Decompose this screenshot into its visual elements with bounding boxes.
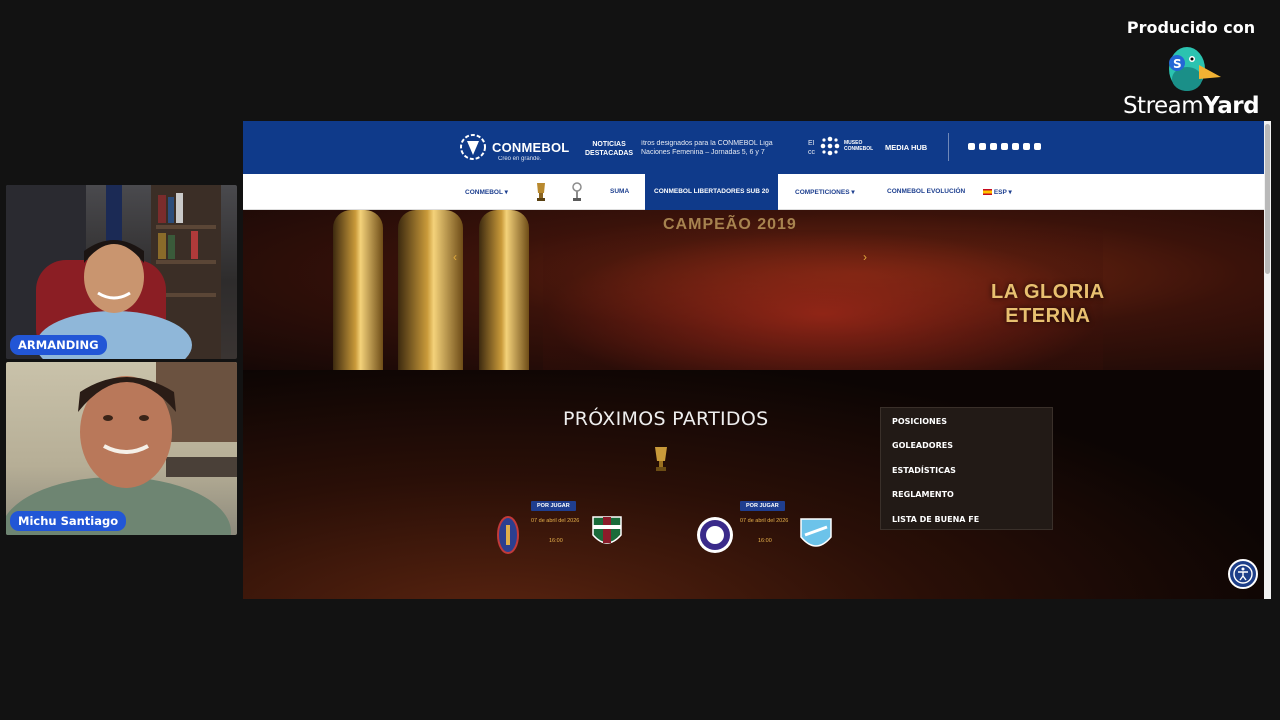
match-1-status: POR JUGAR bbox=[531, 501, 576, 511]
museo-line-2: CONMEBOL bbox=[844, 146, 874, 152]
x-icon[interactable] bbox=[979, 143, 986, 150]
hero-title: LA GLORIA ETERNA bbox=[991, 280, 1105, 328]
participant-2-video-frame bbox=[6, 362, 237, 535]
dropdown-item-posiciones[interactable]: POSICIONES bbox=[892, 417, 947, 426]
scrollbar-thumb[interactable] bbox=[1265, 124, 1270, 274]
match-1-date: 07 de abril del 2026 bbox=[531, 518, 580, 524]
streamyard-watermark: Producido con S StreamYard bbox=[1116, 18, 1266, 118]
museo-dots-icon bbox=[820, 136, 840, 156]
hero-banner[interactable]: CAMPEÃO 2019 LA GLORIA ETERNA bbox=[243, 210, 1264, 370]
team-crest-bolivar-icon[interactable] bbox=[797, 515, 835, 555]
accessibility-icon bbox=[1233, 564, 1253, 584]
ticker-left-1: El bbox=[808, 140, 815, 147]
upcoming-matches-section: PRÓXIMOS PARTIDOS bbox=[243, 370, 1264, 599]
match-2-date: 07 de abril del 2026 bbox=[740, 518, 789, 524]
news-ticker[interactable]: ítros designados para la CONMEBOL Liga N… bbox=[641, 139, 789, 157]
match-2-time: 16:00 bbox=[758, 538, 772, 544]
trophy-pillar bbox=[398, 210, 463, 370]
matches-next-arrow[interactable]: › bbox=[863, 250, 867, 264]
youtube-icon[interactable] bbox=[990, 143, 997, 150]
nav-libertadores-sub20[interactable]: CONMEBOL LIBERTADORES SUB 20 bbox=[645, 174, 778, 210]
logo-tagline: Creo en grande. bbox=[498, 156, 542, 162]
noticias-line-2: DESTACADAS bbox=[585, 150, 634, 157]
brand-name-bold: Yard bbox=[1203, 93, 1260, 119]
brand-name: StreamYard bbox=[1116, 95, 1266, 118]
museo-conmebol-link[interactable]: MUSEO CONMEBOL bbox=[820, 136, 873, 156]
participant-video-1[interactable]: ARMANDING bbox=[6, 185, 237, 359]
accessibility-button[interactable] bbox=[1228, 559, 1258, 589]
brand-caption: Producido con bbox=[1126, 18, 1256, 37]
news-ticker-next: El cc bbox=[808, 139, 815, 157]
dropdown-item-goleadores[interactable]: GOLEADORES bbox=[892, 441, 953, 450]
media-hub-link[interactable]: MEDIA HUB bbox=[885, 143, 927, 152]
dropdown-item-estadisticas[interactable]: ESTADÍSTICAS bbox=[892, 466, 956, 475]
dropdown-item-reglamento[interactable]: REGLAMENTO bbox=[892, 490, 954, 499]
language-label: ESP ▾ bbox=[993, 189, 1012, 196]
match-1-time: 16:00 bbox=[549, 538, 563, 544]
participant-2-name: Michu Santiago bbox=[10, 511, 127, 531]
libertadores-trophy-icon[interactable] bbox=[534, 181, 548, 203]
participant-video-2[interactable]: Michu Santiago bbox=[6, 362, 237, 535]
trophy-pillar bbox=[479, 210, 529, 370]
nav-suma[interactable]: SUMA bbox=[610, 188, 629, 195]
matches-prev-arrow[interactable]: ‹ bbox=[453, 250, 457, 264]
svg-text:S: S bbox=[1173, 57, 1182, 71]
nav-evolucion[interactable]: CONMEBOL EVOLUCIÓN bbox=[887, 188, 965, 195]
site-top-bar: CONMEBOL Creo en grande. NOTICIAS DESTAC… bbox=[243, 121, 1264, 174]
section-title: PRÓXIMOS PARTIDOS bbox=[563, 408, 769, 430]
stream-stage: Producido con S StreamYard ARMANDING Mic… bbox=[0, 0, 1280, 720]
participant-1-video-frame bbox=[6, 185, 221, 359]
trophy-pillar bbox=[333, 210, 383, 370]
sudamericana-trophy-icon[interactable] bbox=[571, 181, 583, 203]
social-links bbox=[968, 143, 1041, 150]
participant-1-name: ARMANDING bbox=[10, 335, 107, 355]
team-crest-home-icon[interactable] bbox=[496, 515, 520, 555]
ticker-line-2: Naciones Femenina – Jornadas 5, 6 y 7 bbox=[641, 149, 765, 156]
noticias-line-1: NOTICIAS bbox=[592, 141, 626, 148]
dropdown-item-lista-buena-fe[interactable]: LISTA DE BUENA FE bbox=[892, 515, 979, 524]
hero-title-line-1: LA GLORIA bbox=[991, 281, 1105, 303]
ticker-line-1: ítros designados para la CONMEBOL Liga bbox=[641, 140, 773, 147]
nav-competiciones[interactable]: COMPETICIONES ▾ bbox=[795, 188, 855, 196]
hero-campeao-banner: CAMPEÃO 2019 bbox=[663, 216, 797, 233]
logo-text: CONMEBOL bbox=[492, 139, 570, 155]
noticias-destacadas-label[interactable]: NOTICIAS DESTACADAS bbox=[585, 140, 633, 158]
facebook-icon[interactable] bbox=[968, 143, 975, 150]
spain-flag-icon bbox=[983, 189, 992, 196]
site-nav: CONMEBOL ▾ SUMA CONMEBOL LIBERTADORES SU… bbox=[243, 174, 1264, 210]
linkedin-icon[interactable] bbox=[1001, 143, 1008, 150]
nav-conmebol[interactable]: CONMEBOL ▾ bbox=[465, 188, 508, 196]
conmebol-logo[interactable]: CONMEBOL Creo en grande. bbox=[458, 133, 570, 162]
topbar-divider bbox=[948, 133, 949, 161]
shared-screen[interactable]: CONMEBOL Creo en grande. NOTICIAS DESTAC… bbox=[243, 121, 1271, 599]
libertadores-trophy-icon bbox=[655, 447, 667, 471]
ticker-left-2: cc bbox=[808, 149, 815, 156]
conmebol-shield-icon bbox=[460, 134, 486, 160]
instagram-icon[interactable] bbox=[1012, 143, 1019, 150]
email-icon[interactable] bbox=[1034, 143, 1041, 150]
duck-logo-icon: S bbox=[1116, 41, 1266, 93]
team-crest-fluminense-icon[interactable] bbox=[591, 515, 623, 551]
language-selector[interactable]: ESP ▾ bbox=[983, 188, 1012, 196]
competition-dropdown-menu: POSICIONES GOLEADORES ESTADÍSTICAS REGLA… bbox=[880, 407, 1053, 530]
hero-title-line-2: ETERNA bbox=[1005, 305, 1091, 327]
match-2-status: POR JUGAR bbox=[740, 501, 785, 511]
brand-name-light: Stream bbox=[1122, 93, 1204, 119]
team-crest-independiente-icon[interactable] bbox=[695, 515, 735, 555]
page-scrollbar[interactable] bbox=[1264, 121, 1271, 599]
tiktok-icon[interactable] bbox=[1023, 143, 1030, 150]
